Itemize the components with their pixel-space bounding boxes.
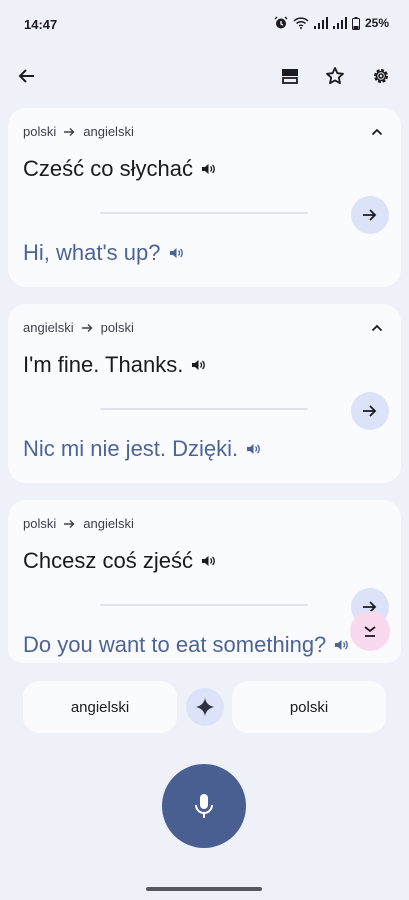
speak-translation-button[interactable] xyxy=(169,246,183,260)
arrow-left-icon xyxy=(18,69,34,83)
signal-icon xyxy=(313,17,328,29)
language-direction: angielski polski xyxy=(23,320,134,335)
target-language-label: angielski xyxy=(83,124,134,139)
speaker-icon xyxy=(192,360,206,370)
retranslate-button[interactable] xyxy=(351,392,389,430)
language-direction: polski angielski xyxy=(23,124,134,139)
divider xyxy=(100,408,308,410)
sparkle-icon xyxy=(196,698,214,716)
right-language-label: polski xyxy=(289,698,329,716)
home-indicator xyxy=(146,887,262,891)
collapse-button[interactable] xyxy=(365,316,389,340)
speaker-icon xyxy=(201,556,215,566)
retranslate-button[interactable] xyxy=(351,196,389,234)
language-direction: polski angielski xyxy=(23,516,134,531)
source-text: Cześć co słychać xyxy=(23,156,215,182)
wifi-icon xyxy=(293,17,309,29)
speak-source-button[interactable] xyxy=(191,358,206,372)
source-language-label: polski xyxy=(23,124,57,139)
speak-translation-button[interactable] xyxy=(334,638,349,652)
collapse-button[interactable] xyxy=(365,120,389,144)
target-language-label: polski xyxy=(100,320,134,335)
source-text: Chcesz coś zjeść xyxy=(23,548,215,574)
translation-card: polski angielski Chcesz coś zjeść Do you… xyxy=(8,500,401,663)
translated-text-value: Hi, what's up? xyxy=(23,240,161,265)
source-language-label: angielski xyxy=(23,320,74,335)
chevron-up-icon xyxy=(371,324,383,332)
divider xyxy=(100,604,308,606)
microphone-button[interactable] xyxy=(162,764,246,848)
arrow-right-icon xyxy=(81,323,93,332)
scroll-to-bottom-button[interactable] xyxy=(350,611,390,651)
right-language-button[interactable]: polski xyxy=(232,681,386,733)
arrow-right-icon xyxy=(64,127,75,136)
translated-text: Do you want to eat something? xyxy=(23,632,349,658)
translated-text-value: Do you want to eat something? xyxy=(23,632,327,657)
saved-view-button[interactable] xyxy=(278,64,302,88)
battery-percent: 25% xyxy=(364,16,389,30)
source-text-value: Cześć co słychać xyxy=(23,156,193,181)
auto-detect-button[interactable] xyxy=(186,688,224,726)
source-language-label: polski xyxy=(23,516,57,531)
translated-text: Nic mi nie jest. Dzięki. xyxy=(23,436,260,462)
translated-text: Hi, what's up? xyxy=(23,240,183,266)
speak-translation-button[interactable] xyxy=(246,442,260,456)
speaker-icon xyxy=(201,164,215,174)
gear-icon xyxy=(374,69,388,83)
left-language-button[interactable]: angielski xyxy=(23,681,177,733)
speaker-icon xyxy=(247,444,260,454)
speaker-icon xyxy=(335,640,349,650)
speak-source-button[interactable] xyxy=(201,162,215,176)
scroll-down-icon xyxy=(364,626,376,637)
status-bar: 14:47 25% xyxy=(0,0,409,48)
favorite-button[interactable] xyxy=(323,64,347,88)
back-button[interactable] xyxy=(15,64,39,88)
battery-icon xyxy=(351,16,360,30)
translation-card: angielski polski I'm fine. Thanks. Nic m… xyxy=(8,304,401,483)
alarm-icon xyxy=(274,16,288,29)
source-text-value: I'm fine. Thanks. xyxy=(23,352,184,377)
arrow-right-icon xyxy=(64,519,75,528)
target-language-label: angielski xyxy=(83,516,134,531)
translated-text-value: Nic mi nie jest. Dzięki. xyxy=(23,436,239,461)
source-text: I'm fine. Thanks. xyxy=(23,352,206,378)
left-language-label: angielski xyxy=(70,698,130,716)
translation-card: polski angielski Cześć co słychać Hi, wh… xyxy=(8,108,401,287)
signal-icon-2 xyxy=(332,17,347,29)
status-icons: 25% xyxy=(274,16,389,30)
speaker-icon xyxy=(169,248,183,258)
arrow-right-icon xyxy=(363,209,377,221)
star-outline-icon xyxy=(326,67,344,85)
stacked-cards-icon xyxy=(282,69,298,84)
speak-source-button[interactable] xyxy=(201,554,215,568)
arrow-right-icon xyxy=(363,405,377,417)
settings-button[interactable] xyxy=(369,64,393,88)
source-text-value: Chcesz coś zjeść xyxy=(23,548,193,573)
toolbar xyxy=(0,56,409,96)
status-time: 14:47 xyxy=(24,17,58,32)
chevron-up-icon xyxy=(371,128,383,136)
divider xyxy=(100,212,308,214)
microphone-icon xyxy=(195,794,213,818)
